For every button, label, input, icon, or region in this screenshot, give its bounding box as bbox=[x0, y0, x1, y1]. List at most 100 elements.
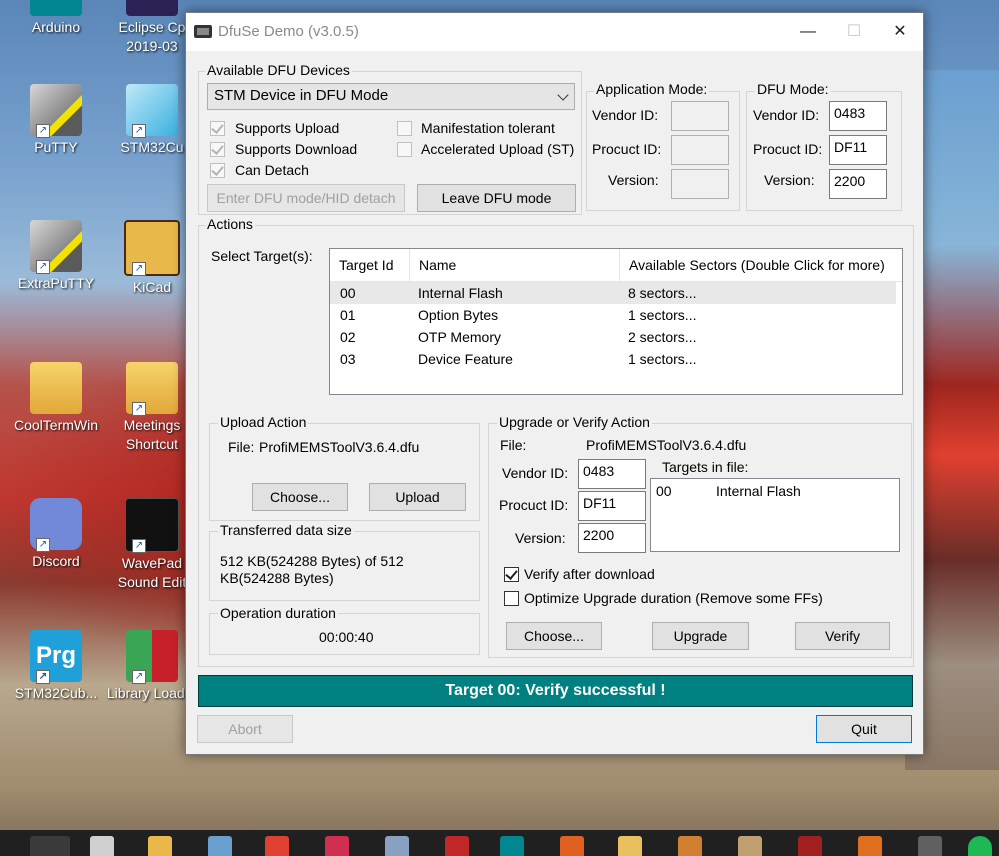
duration-group-label: Operation duration bbox=[218, 605, 338, 621]
supports-download-checkbox[interactable] bbox=[210, 142, 225, 157]
library-loader-icon: ↗ bbox=[126, 630, 178, 684]
upgrade-version-field: 2200 bbox=[578, 523, 646, 553]
enter-dfu-button[interactable]: Enter DFU mode/HID detach bbox=[207, 184, 405, 212]
upload-file-value: ProfiMEMSToolV3.6.4.dfu bbox=[259, 439, 420, 455]
close-button[interactable]: ✕ bbox=[877, 13, 923, 51]
desktop-icon-stm32cubeprog[interactable]: Prg ↗ STM32Cub... bbox=[6, 630, 106, 703]
taskbar-mail-icon[interactable] bbox=[90, 836, 114, 856]
taskbar-app-icon[interactable] bbox=[385, 836, 409, 856]
dfu-version-field: 2200 bbox=[829, 169, 887, 199]
column-name[interactable]: Name bbox=[410, 249, 620, 281]
device-select[interactable]: STM Device in DFU Mode bbox=[207, 83, 575, 110]
column-target-id[interactable]: Target Id bbox=[330, 249, 410, 281]
devices-group-label: Available DFU Devices bbox=[205, 62, 352, 78]
desktop-icon-discord[interactable]: ↗ Discord bbox=[6, 498, 106, 571]
maximize-button[interactable]: ☐ bbox=[831, 13, 877, 51]
targets-in-file-list[interactable]: 00 Internal Flash bbox=[650, 478, 900, 552]
title-bar[interactable]: DfuSe Demo (v3.0.5) — ☐ ✕ bbox=[186, 13, 923, 51]
taskbar-chrome-icon[interactable] bbox=[30, 836, 70, 856]
taskbar-app-icon[interactable] bbox=[738, 836, 762, 856]
select-target-label: Select Target(s): bbox=[211, 248, 313, 264]
folder-icon bbox=[30, 362, 82, 414]
dfu-product-field: DF11 bbox=[829, 135, 887, 165]
taskbar-app-icon[interactable] bbox=[325, 836, 349, 856]
optimize-upgrade-checkbox[interactable] bbox=[504, 591, 519, 606]
app-version-label: Version: bbox=[608, 172, 659, 188]
table-row[interactable]: 01 Option Bytes 1 sectors... bbox=[330, 304, 896, 326]
target-list-header: Target Id Name Available Sectors (Double… bbox=[330, 249, 902, 282]
upload-group-label: Upload Action bbox=[218, 414, 309, 430]
manifestation-tolerant-checkbox[interactable] bbox=[397, 121, 412, 136]
can-detach-checkbox[interactable] bbox=[210, 163, 225, 178]
column-sectors[interactable]: Available Sectors (Double Click for more… bbox=[620, 249, 902, 281]
shortcut-arrow-icon: ↗ bbox=[132, 539, 146, 553]
taskbar-app-icon[interactable] bbox=[208, 836, 232, 856]
desktop-icon-arduino[interactable]: Arduino bbox=[6, 0, 106, 37]
target-list[interactable]: Target Id Name Available Sectors (Double… bbox=[329, 248, 903, 395]
upload-button[interactable]: Upload bbox=[369, 483, 466, 511]
discord-icon: ↗ bbox=[30, 498, 82, 552]
can-detach-label: Can Detach bbox=[235, 162, 309, 178]
upload-choose-button[interactable]: Choose... bbox=[252, 483, 348, 511]
eclipse-icon bbox=[126, 0, 178, 16]
supports-upload-checkbox[interactable] bbox=[210, 121, 225, 136]
dfu-version-label: Version: bbox=[764, 172, 815, 188]
status-bar: Target 00: Verify successful ! bbox=[198, 675, 913, 707]
app-vendor-label: Vendor ID: bbox=[592, 107, 659, 123]
shortcut-arrow-icon: ↗ bbox=[36, 260, 50, 274]
upgrade-version-label: Version: bbox=[515, 530, 566, 546]
dfuse-window: DfuSe Demo (v3.0.5) — ☐ ✕ Available DFU … bbox=[185, 12, 924, 755]
leave-dfu-button[interactable]: Leave DFU mode bbox=[417, 184, 576, 212]
dfu-product-label: Procuct ID: bbox=[753, 141, 823, 157]
shortcut-arrow-icon: ↗ bbox=[132, 262, 146, 276]
verify-button[interactable]: Verify bbox=[795, 622, 890, 650]
extraputty-icon: ↗ bbox=[30, 220, 82, 274]
minimize-button[interactable]: — bbox=[785, 13, 831, 51]
desktop-icon-coolterm[interactable]: CoolTermWin bbox=[6, 362, 106, 435]
taskbar-app-icon[interactable] bbox=[858, 836, 882, 856]
upgrade-button[interactable]: Upgrade bbox=[652, 622, 749, 650]
taskbar-spotify-icon[interactable] bbox=[968, 836, 992, 856]
upgrade-product-label: Procuct ID: bbox=[499, 497, 569, 513]
app-product-field bbox=[671, 135, 729, 165]
table-row[interactable]: 00 Internal Flash 8 sectors... bbox=[330, 282, 896, 304]
upload-file-label: File: bbox=[228, 439, 255, 455]
taskbar-app-icon[interactable] bbox=[918, 836, 942, 856]
app-product-label: Procuct ID: bbox=[592, 141, 662, 157]
shortcut-arrow-icon: ↗ bbox=[36, 670, 50, 684]
table-row[interactable]: 03 Device Feature 1 sectors... bbox=[330, 348, 896, 370]
targets-in-file-label: Targets in file: bbox=[662, 459, 749, 475]
list-item[interactable]: 00 Internal Flash bbox=[651, 480, 899, 502]
shortcut-arrow-icon: ↗ bbox=[36, 538, 50, 552]
desktop-icon-putty[interactable]: ↗ PuTTY bbox=[6, 84, 106, 157]
taskbar-app-icon[interactable] bbox=[798, 836, 822, 856]
verify-after-download-label: Verify after download bbox=[524, 566, 655, 582]
accelerated-upload-label: Accelerated Upload (ST) bbox=[421, 141, 575, 157]
dfu-vendor-field: 0483 bbox=[829, 101, 887, 131]
chevron-down-icon bbox=[557, 89, 569, 101]
taskbar-app-icon[interactable] bbox=[560, 836, 584, 856]
taskbar-arduino-icon[interactable] bbox=[500, 836, 524, 856]
accelerated-upload-checkbox[interactable] bbox=[397, 142, 412, 157]
folder-icon: ↗ bbox=[126, 362, 178, 416]
table-row[interactable]: 02 OTP Memory 2 sectors... bbox=[330, 326, 896, 348]
taskbar-app-icon[interactable] bbox=[678, 836, 702, 856]
stm32cube-icon: ↗ bbox=[126, 84, 178, 138]
upgrade-choose-button[interactable]: Choose... bbox=[506, 622, 602, 650]
transferred-value: 512 KB(524288 Bytes) of 512 KB(524288 By… bbox=[220, 553, 404, 586]
stm32cubeprog-icon: Prg ↗ bbox=[30, 630, 82, 684]
taskbar-app-icon[interactable] bbox=[618, 836, 642, 856]
desktop-icon-extraputty[interactable]: ↗ ExtraPuTTY bbox=[6, 220, 106, 293]
taskbar-app-icon[interactable] bbox=[265, 836, 289, 856]
supports-upload-label: Supports Upload bbox=[235, 120, 340, 136]
upgrade-product-field: DF11 bbox=[578, 491, 646, 521]
verify-after-download-checkbox[interactable] bbox=[504, 567, 519, 582]
taskbar-app-icon[interactable] bbox=[445, 836, 469, 856]
abort-button[interactable]: Abort bbox=[197, 715, 293, 743]
wavepad-icon: ↗ bbox=[125, 498, 179, 553]
shortcut-arrow-icon: ↗ bbox=[132, 670, 146, 684]
quit-button[interactable]: Quit bbox=[816, 715, 912, 743]
upgrade-vendor-label: Vendor ID: bbox=[502, 465, 569, 481]
taskbar-folder-icon[interactable] bbox=[148, 836, 172, 856]
upgrade-vendor-field: 0483 bbox=[578, 459, 646, 489]
